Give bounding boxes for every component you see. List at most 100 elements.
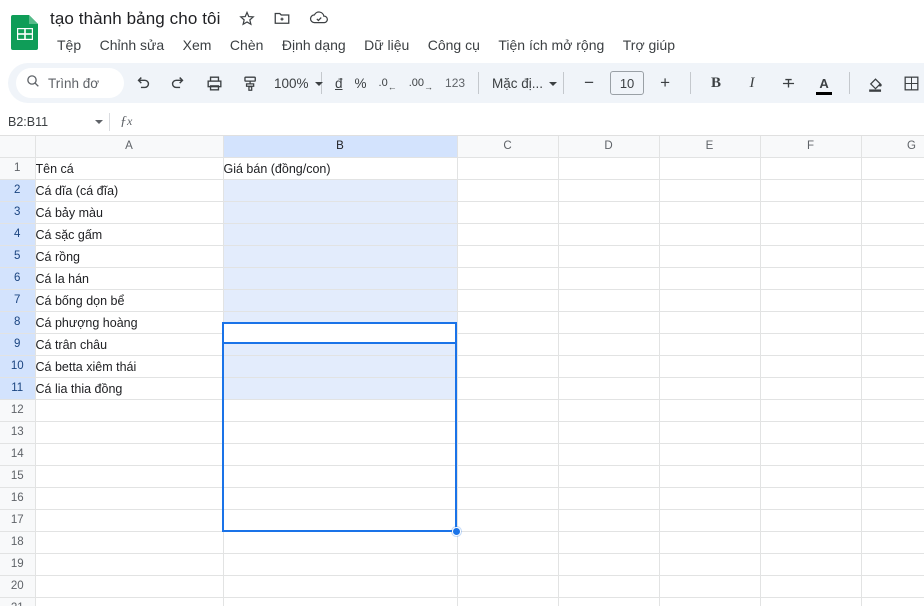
cell-g19[interactable]: [861, 553, 924, 576]
cell-c15[interactable]: [457, 465, 559, 488]
cell-e10[interactable]: [659, 355, 761, 378]
cell-d13[interactable]: [558, 421, 660, 444]
cell-f16[interactable]: [760, 487, 862, 510]
cell-g20[interactable]: [861, 575, 924, 598]
strikethrough-icon[interactable]: [773, 68, 803, 98]
cell-g10[interactable]: [861, 355, 924, 378]
cell-f9[interactable]: [760, 333, 862, 356]
cell-d21[interactable]: [558, 597, 660, 606]
cell-f20[interactable]: [760, 575, 862, 598]
cell-b9[interactable]: [223, 333, 458, 356]
cell-b2[interactable]: [223, 179, 458, 202]
cell-b15[interactable]: [223, 465, 458, 488]
cell-c6[interactable]: [457, 267, 559, 290]
undo-icon[interactable]: [127, 68, 157, 98]
row-header-19[interactable]: 19: [0, 553, 36, 576]
decrease-decimal-button[interactable]: .0 ←: [373, 69, 403, 97]
cell-b17[interactable]: [223, 509, 458, 532]
increase-decimal-button[interactable]: .00 →: [403, 69, 439, 97]
cell-e3[interactable]: [659, 201, 761, 224]
row-header-6[interactable]: 6: [0, 267, 36, 290]
cell-e2[interactable]: [659, 179, 761, 202]
cell-c8[interactable]: [457, 311, 559, 334]
cell-e16[interactable]: [659, 487, 761, 510]
cell-g6[interactable]: [861, 267, 924, 290]
menu-item-dinhdang[interactable]: Định dạng: [275, 33, 353, 57]
cell-e4[interactable]: [659, 223, 761, 246]
cell-d19[interactable]: [558, 553, 660, 576]
cell-a17[interactable]: [35, 509, 224, 532]
cell-e9[interactable]: [659, 333, 761, 356]
cell-b20[interactable]: [223, 575, 458, 598]
cell-c5[interactable]: [457, 245, 559, 268]
cell-b12[interactable]: [223, 399, 458, 422]
cell-a19[interactable]: [35, 553, 224, 576]
column-header-g[interactable]: G: [861, 136, 924, 158]
cell-f15[interactable]: [760, 465, 862, 488]
menu-item-chinhsua[interactable]: Chỉnh sửa: [93, 33, 172, 57]
cell-f18[interactable]: [760, 531, 862, 554]
cell-c14[interactable]: [457, 443, 559, 466]
cell-e20[interactable]: [659, 575, 761, 598]
menu-item-xem[interactable]: Xem: [176, 33, 219, 57]
cell-c11[interactable]: [457, 377, 559, 400]
cell-c3[interactable]: [457, 201, 559, 224]
search-input[interactable]: Trình đơ: [16, 68, 124, 98]
cell-a5[interactable]: Cá rồng: [35, 245, 224, 268]
row-header-8[interactable]: 8: [0, 311, 36, 334]
cell-e1[interactable]: [659, 157, 761, 180]
cell-g2[interactable]: [861, 179, 924, 202]
font-size-input[interactable]: 10: [610, 71, 645, 95]
font-name-dropdown[interactable]: Mặc đị...: [486, 69, 558, 97]
row-header-16[interactable]: 16: [0, 487, 36, 510]
column-header-a[interactable]: A: [35, 136, 224, 158]
cell-d14[interactable]: [558, 443, 660, 466]
cell-b5[interactable]: [223, 245, 458, 268]
page-title[interactable]: tạo thành bảng cho tôi: [50, 6, 220, 32]
cell-b8[interactable]: [223, 311, 458, 334]
cell-f13[interactable]: [760, 421, 862, 444]
cell-g7[interactable]: [861, 289, 924, 312]
cell-c1[interactable]: [457, 157, 559, 180]
cell-d5[interactable]: [558, 245, 660, 268]
star-icon[interactable]: [238, 9, 256, 27]
cell-g1[interactable]: [861, 157, 924, 180]
cell-d3[interactable]: [558, 201, 660, 224]
cell-a4[interactable]: Cá sặc gấm: [35, 223, 224, 246]
cell-f10[interactable]: [760, 355, 862, 378]
cell-b14[interactable]: [223, 443, 458, 466]
row-header-21[interactable]: 21: [0, 597, 36, 606]
bold-button[interactable]: B: [701, 68, 731, 98]
cell-f21[interactable]: [760, 597, 862, 606]
cell-c2[interactable]: [457, 179, 559, 202]
cell-d7[interactable]: [558, 289, 660, 312]
cell-f17[interactable]: [760, 509, 862, 532]
row-header-4[interactable]: 4: [0, 223, 36, 246]
row-header-17[interactable]: 17: [0, 509, 36, 532]
cell-e15[interactable]: [659, 465, 761, 488]
cell-b1[interactable]: Giá bán (đồng/con): [223, 157, 458, 180]
currency-format-button[interactable]: đ: [329, 69, 349, 97]
row-header-7[interactable]: 7: [0, 289, 36, 312]
cell-f12[interactable]: [760, 399, 862, 422]
cell-f7[interactable]: [760, 289, 862, 312]
cell-b6[interactable]: [223, 267, 458, 290]
cell-g3[interactable]: [861, 201, 924, 224]
cell-a10[interactable]: Cá betta xiêm thái: [35, 355, 224, 378]
paint-format-icon[interactable]: [235, 68, 265, 98]
cell-a3[interactable]: Cá bảy màu: [35, 201, 224, 224]
cell-g15[interactable]: [861, 465, 924, 488]
cell-e5[interactable]: [659, 245, 761, 268]
cell-c17[interactable]: [457, 509, 559, 532]
cell-b19[interactable]: [223, 553, 458, 576]
cell-e17[interactable]: [659, 509, 761, 532]
row-header-1[interactable]: 1: [0, 157, 36, 180]
name-box[interactable]: B2:B11: [0, 110, 92, 134]
cell-b4[interactable]: [223, 223, 458, 246]
row-header-11[interactable]: 11: [0, 377, 36, 400]
cell-c18[interactable]: [457, 531, 559, 554]
row-header-9[interactable]: 9: [0, 333, 36, 356]
cell-c7[interactable]: [457, 289, 559, 312]
cell-c21[interactable]: [457, 597, 559, 606]
cell-b13[interactable]: [223, 421, 458, 444]
